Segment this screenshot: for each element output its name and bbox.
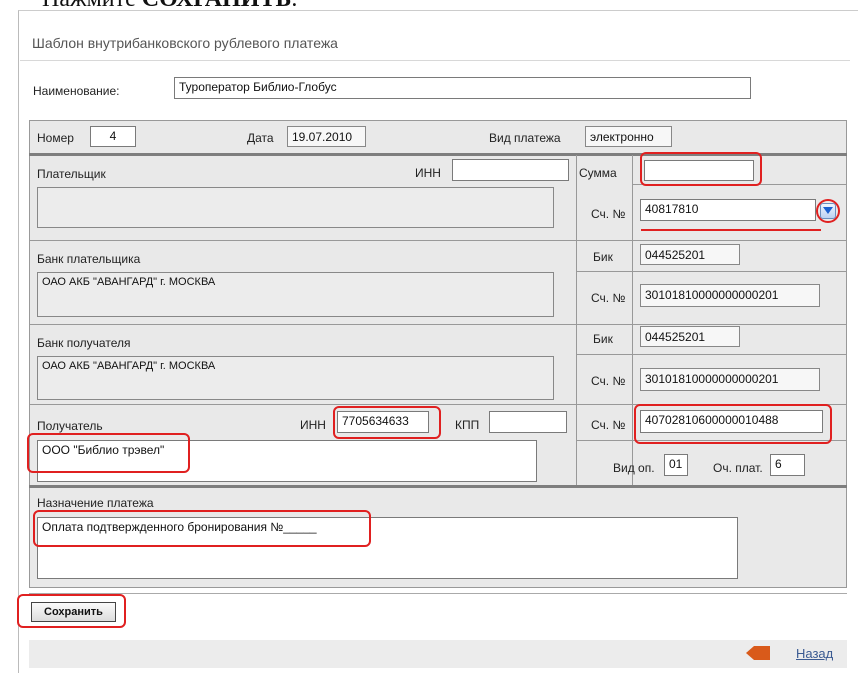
back-arrow-icon[interactable] bbox=[746, 646, 770, 660]
recipient-label: Получатель bbox=[37, 419, 103, 433]
bottom-divider bbox=[29, 593, 847, 594]
number-input[interactable]: 4 bbox=[90, 126, 136, 147]
payment-type-label: Вид платежа bbox=[489, 131, 561, 145]
payer-inn-label: ИНН bbox=[415, 166, 441, 180]
back-link[interactable]: Назад bbox=[796, 646, 833, 661]
payer-bik-label: Бик bbox=[593, 250, 613, 264]
payer-bank-account-field: 30101810000000000201 bbox=[640, 284, 820, 307]
highlight-purpose bbox=[33, 510, 371, 547]
row-divider bbox=[576, 271, 847, 272]
priority-input[interactable]: 6 bbox=[770, 454, 805, 476]
priority-label: Оч. плат. bbox=[713, 461, 763, 475]
recipient-account-label: Сч. № bbox=[591, 418, 626, 432]
number-label: Номер bbox=[37, 131, 74, 145]
recipient-bik-field: 044525201 bbox=[640, 326, 740, 347]
highlight-account bbox=[634, 404, 832, 444]
footer-bar bbox=[29, 640, 847, 668]
column-divider bbox=[576, 155, 577, 485]
row-divider bbox=[576, 354, 847, 355]
payer-bik-field: 044525201 bbox=[640, 244, 740, 265]
payer-account-label: Сч. № bbox=[591, 207, 626, 221]
recipient-bank-name-field: ОАО АКБ "АВАНГАРД" г. МОСКВА bbox=[37, 356, 554, 400]
title-divider bbox=[20, 60, 850, 61]
row-divider bbox=[29, 324, 847, 325]
name-input[interactable]: Туроператор Библио-Глобус bbox=[174, 77, 751, 99]
purpose-label: Назначение платежа bbox=[37, 496, 154, 510]
highlight-dropdown bbox=[816, 199, 840, 223]
sum-label: Сумма bbox=[579, 166, 617, 180]
payer-bank-label: Банк плательщика bbox=[37, 252, 141, 266]
highlight-sum bbox=[640, 152, 762, 186]
payer-inn-input[interactable] bbox=[452, 159, 569, 181]
name-label: Наименование: bbox=[33, 84, 120, 98]
payer-account-select[interactable]: 40817810 bbox=[640, 199, 816, 221]
payer-bank-name-field: ОАО АКБ "АВАНГАРД" г. МОСКВА bbox=[37, 272, 554, 317]
payment-type-field: электронно bbox=[585, 126, 672, 147]
section-divider bbox=[29, 485, 847, 488]
op-type-input[interactable]: 01 bbox=[664, 454, 688, 476]
recipient-bik-label: Бик bbox=[593, 332, 613, 346]
highlight-inn bbox=[333, 406, 441, 439]
date-field[interactable]: 19.07.2010 bbox=[287, 126, 366, 147]
recipient-bank-account-label: Сч. № bbox=[591, 374, 626, 388]
form-title: Шаблон внутрибанковского рублевого плате… bbox=[32, 35, 338, 51]
row-divider bbox=[29, 240, 847, 241]
recipient-kpp-label: КПП bbox=[455, 418, 480, 432]
payer-name-field bbox=[37, 187, 554, 228]
recipient-kpp-input[interactable] bbox=[489, 411, 567, 433]
date-label: Дата bbox=[247, 131, 274, 145]
payer-bank-account-label: Сч. № bbox=[591, 291, 626, 305]
recipient-bank-account-field: 30101810000000000201 bbox=[640, 368, 820, 391]
highlight-save bbox=[17, 594, 126, 628]
column-divider bbox=[632, 155, 633, 485]
payer-label: Плательщик bbox=[37, 167, 106, 181]
op-type-label: Вид оп. bbox=[613, 461, 655, 475]
recipient-bank-label: Банк получателя bbox=[37, 336, 131, 350]
recipient-inn-label: ИНН bbox=[300, 418, 326, 432]
highlight-account-underline bbox=[641, 229, 821, 231]
highlight-recipient-name bbox=[27, 433, 190, 473]
